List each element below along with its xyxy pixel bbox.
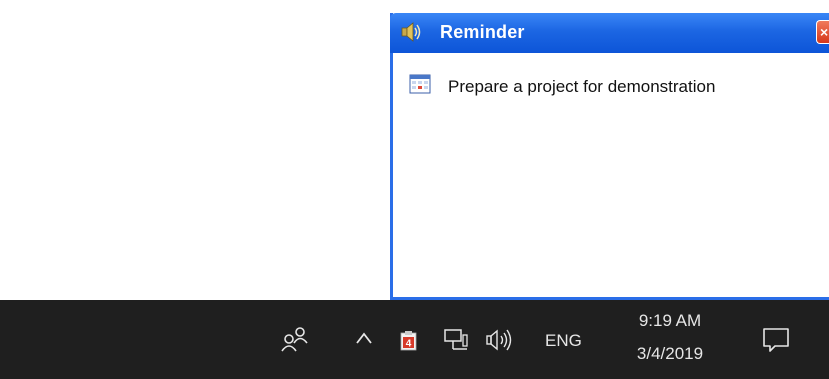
reminder-window: Reminder × Prepare a project for demonst… xyxy=(390,13,829,300)
network-icon[interactable] xyxy=(444,329,468,351)
clock-date: 3/4/2019 xyxy=(636,344,704,363)
reminder-task-text: Prepare a project for demonstration xyxy=(448,77,716,96)
reminder-title: Reminder xyxy=(440,22,525,42)
notification-icon[interactable] xyxy=(762,326,790,354)
reminder-task-item[interactable]: Prepare a project for demonstration xyxy=(409,74,716,97)
calendar-icon xyxy=(409,74,431,94)
app-tray-icon[interactable]: 4 xyxy=(400,330,417,351)
volume-icon[interactable] xyxy=(486,329,516,351)
clock[interactable]: 9:19 AM 3/4/2019 xyxy=(615,311,725,364)
people-icon[interactable] xyxy=(281,326,309,352)
close-button[interactable]: × xyxy=(816,20,829,44)
taskbar: 4 ENG 9:19 AM 3/4/2019 xyxy=(0,300,829,379)
chevron-up-icon[interactable] xyxy=(355,331,373,345)
clock-time: 9:19 AM xyxy=(638,311,702,330)
reminder-body: Prepare a project for demonstration xyxy=(393,53,829,297)
language-indicator[interactable]: ENG xyxy=(545,331,582,351)
app-badge-count: 4 xyxy=(406,339,412,350)
speaker-icon xyxy=(401,22,421,42)
reminder-titlebar[interactable]: Reminder × xyxy=(390,13,829,53)
